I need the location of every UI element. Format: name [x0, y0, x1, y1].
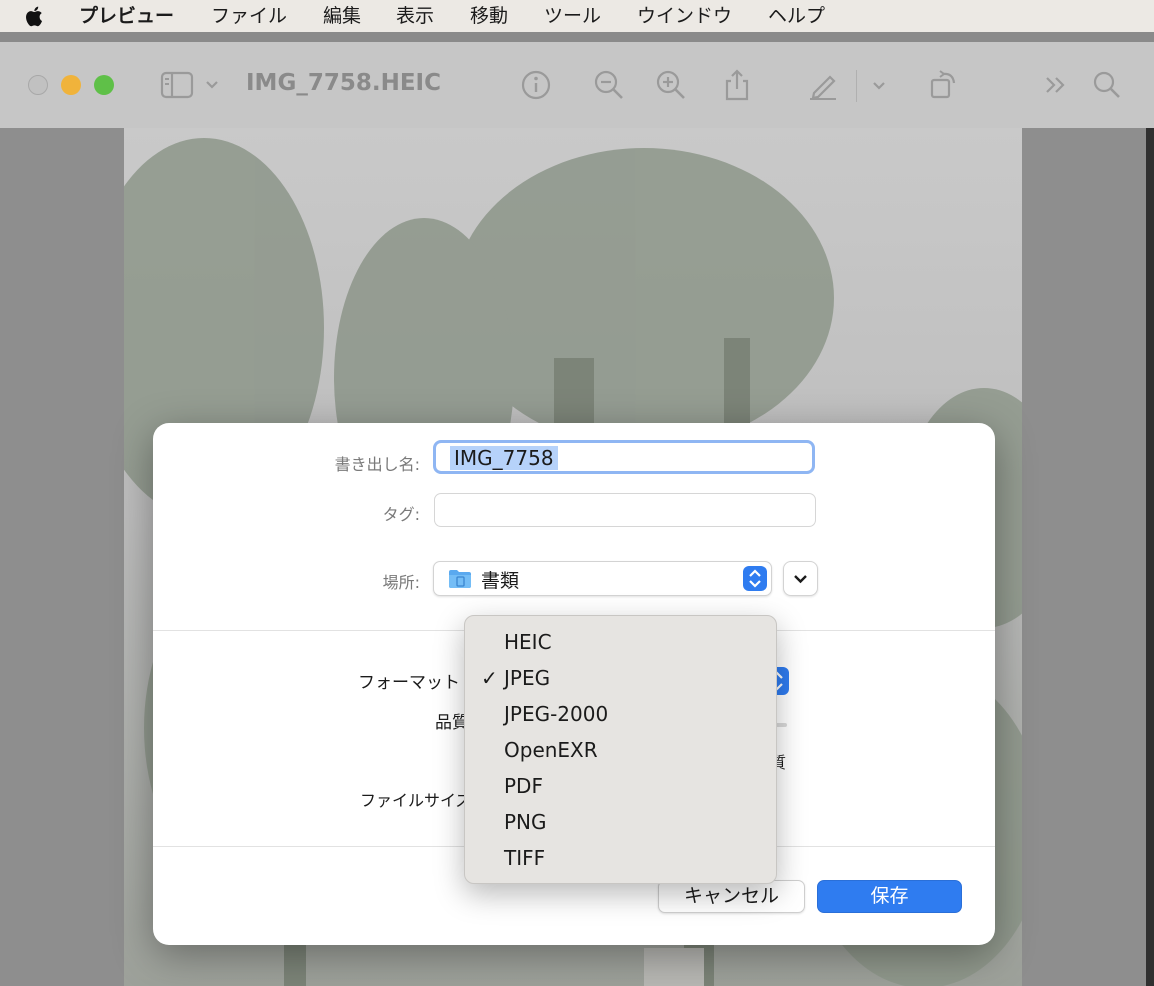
export-name-value: IMG_7758: [450, 446, 558, 470]
rotate-icon[interactable]: [926, 68, 960, 102]
format-option-jpeg-2000[interactable]: JPEG-2000: [465, 697, 776, 733]
expand-browser-button[interactable]: [783, 561, 818, 596]
chevron-down-icon: [794, 575, 807, 584]
zoom-out-icon[interactable]: [592, 68, 626, 102]
format-option-png[interactable]: PNG: [465, 805, 776, 841]
format-option-label: TIFF: [504, 846, 546, 870]
format-menu: HEIC ✓ JPEG JPEG-2000 OpenEXR PDF PNG TI…: [464, 615, 777, 884]
up-down-chevron-icon: [749, 569, 761, 588]
format-option-tiff[interactable]: TIFF: [465, 841, 776, 877]
checkmark-icon: ✓: [481, 666, 498, 690]
info-icon[interactable]: [519, 68, 553, 102]
close-window-button[interactable]: [28, 75, 48, 95]
window-title: IMG_7758.HEIC: [246, 70, 441, 96]
location-label: 場所:: [382, 573, 420, 592]
menu-edit[interactable]: 編集: [323, 3, 361, 29]
location-popup[interactable]: 書類: [433, 561, 772, 596]
documents-folder-icon: [449, 570, 471, 588]
apple-logo-icon[interactable]: [22, 3, 48, 29]
menu-bar: プレビュー ファイル 編集 表示 移動 ツール ウインドウ ヘルプ: [0, 0, 1154, 32]
menu-help[interactable]: ヘルプ: [768, 3, 825, 29]
tags-field[interactable]: [434, 493, 816, 527]
format-option-pdf[interactable]: PDF: [465, 769, 776, 805]
more-chevrons-icon[interactable]: [1040, 68, 1074, 102]
export-name-field[interactable]: IMG_7758: [433, 440, 815, 474]
export-name-label: 書き出し名:: [334, 455, 420, 474]
format-option-openexr[interactable]: OpenEXR: [465, 733, 776, 769]
format-option-heic[interactable]: HEIC: [465, 625, 776, 661]
format-option-label: OpenEXR: [504, 738, 598, 762]
format-option-label: PNG: [504, 810, 547, 834]
sidebar-toggle-icon[interactable]: [159, 68, 219, 102]
location-value: 書類: [481, 570, 520, 592]
format-option-label: JPEG: [504, 666, 551, 690]
markup-menu-chevron-icon[interactable]: [866, 68, 892, 102]
minimize-window-button[interactable]: [61, 75, 81, 95]
menu-view[interactable]: 表示: [396, 3, 434, 29]
format-option-label: PDF: [504, 774, 543, 798]
file-size-label: ファイルサイズ: [360, 791, 472, 810]
search-icon[interactable]: [1090, 68, 1124, 102]
location-stepper[interactable]: [743, 566, 767, 591]
menu-go[interactable]: 移動: [470, 3, 508, 29]
share-icon[interactable]: [720, 68, 754, 102]
menu-tools[interactable]: ツール: [544, 3, 601, 29]
toolbar-separator: [856, 70, 857, 102]
format-option-label: HEIC: [504, 630, 552, 654]
zoom-in-icon[interactable]: [654, 68, 688, 102]
menu-file[interactable]: ファイル: [211, 3, 287, 29]
menu-app-name[interactable]: プレビュー: [79, 3, 174, 29]
markup-pen-icon[interactable]: [806, 68, 840, 102]
menu-window[interactable]: ウインドウ: [637, 3, 732, 29]
format-option-jpeg[interactable]: ✓ JPEG: [465, 661, 776, 697]
tags-label: タグ:: [382, 505, 420, 524]
cancel-button[interactable]: キャンセル: [658, 880, 805, 913]
zoom-window-button[interactable]: [94, 75, 114, 95]
format-option-label: JPEG-2000: [504, 702, 609, 726]
save-button[interactable]: 保存: [817, 880, 962, 913]
window-edge: [1146, 128, 1154, 986]
window-toolbar: IMG_7758.HEIC: [0, 42, 1154, 128]
format-label: フォーマット: [358, 673, 460, 693]
